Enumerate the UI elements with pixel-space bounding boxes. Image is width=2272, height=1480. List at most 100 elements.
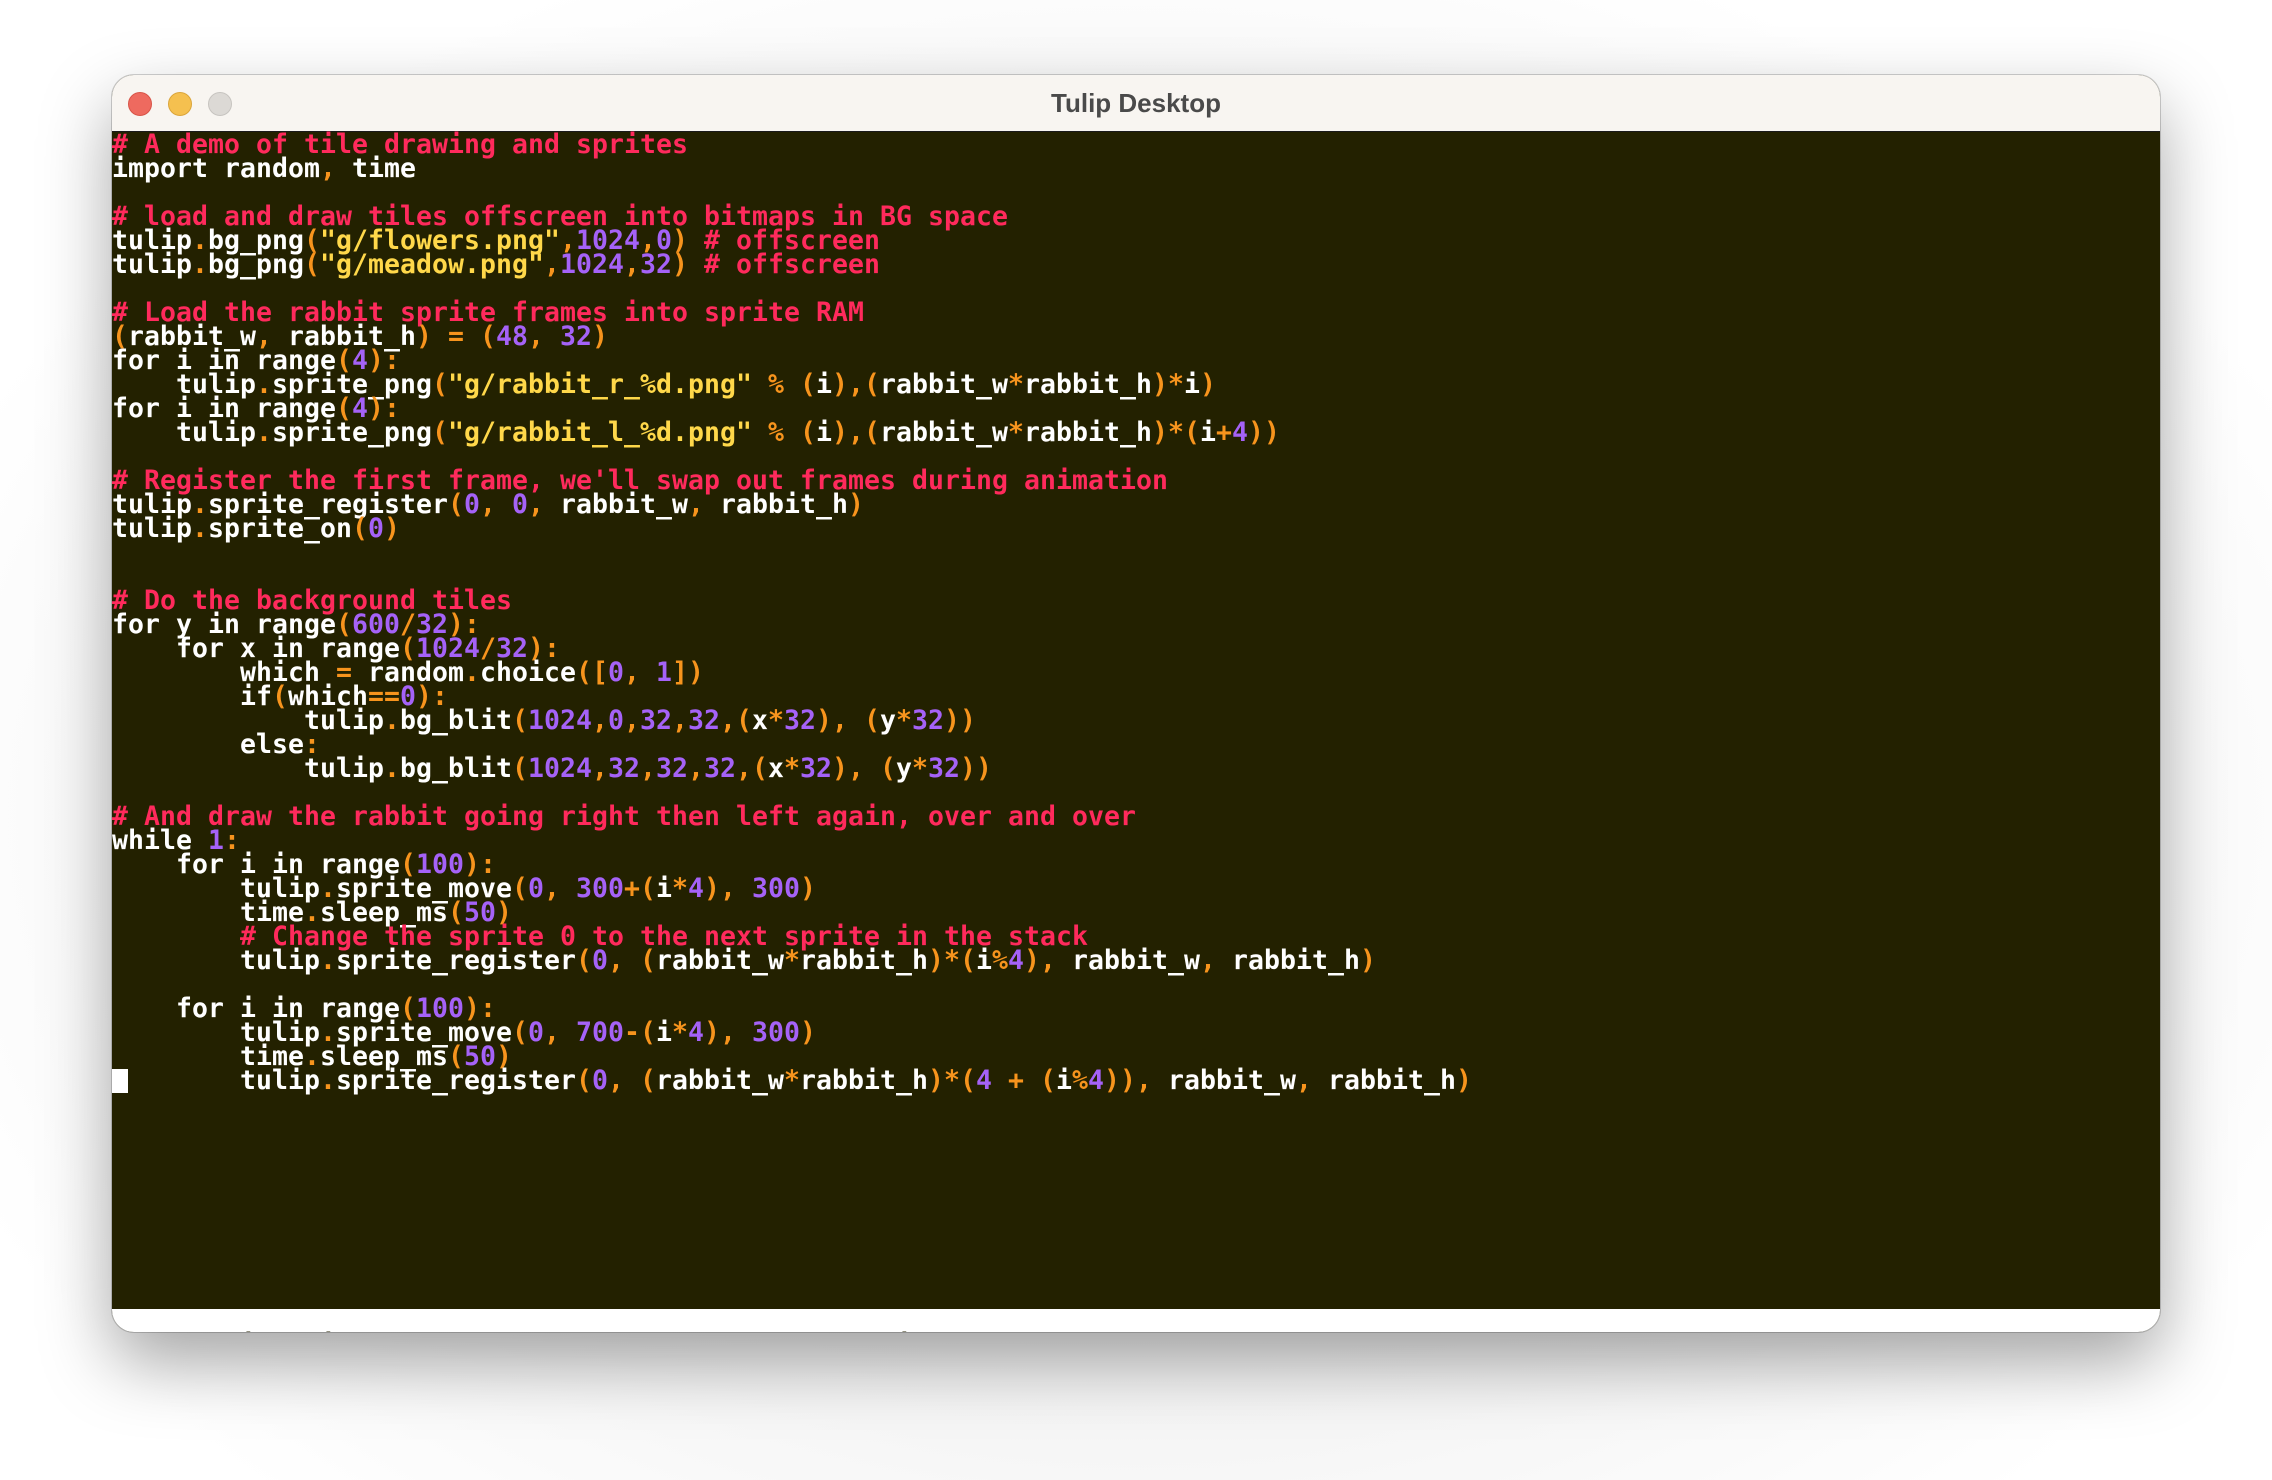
code-line[interactable]: import random, time: [112, 155, 416, 182]
code-line[interactable]: # And draw the rabbit going right then l…: [112, 803, 1136, 830]
code-token-text: tulip: [240, 1065, 320, 1096]
code-token-punct: *: [784, 945, 800, 976]
title-bar[interactable]: Tulip Desktop: [112, 75, 2160, 132]
code-token-punct: *: [672, 873, 688, 904]
code-token-text: rabbit_w: [1072, 945, 1200, 976]
code-token-punct: (: [304, 249, 320, 280]
code-token-punct: ,(: [736, 753, 768, 784]
code-token-text: bg_blit: [400, 753, 512, 784]
code-token-punct: (: [480, 321, 496, 352]
code-token-text: tulip: [240, 945, 320, 976]
code-token-text: x: [768, 753, 784, 784]
code-token-text: bg_blit: [400, 705, 512, 736]
code-token-punct: .: [192, 249, 208, 280]
code-token-text: rabbit_w: [880, 369, 1008, 400]
code-token-num: 4: [688, 873, 704, 904]
code-token-punct: ): [384, 513, 400, 544]
status-bar: ¦Tulip Editor¦ Row 0040 / 0042 [95.24%] …: [112, 1309, 2160, 1332]
code-token-punct: (: [432, 417, 448, 448]
code-token-punct: )),: [1104, 1065, 1152, 1096]
code-token-text: tulip: [112, 513, 192, 544]
code-token-num: 32: [784, 705, 816, 736]
code-token-num: 1: [656, 657, 672, 688]
code-line[interactable]: tulip.sprite_on(0): [112, 513, 400, 544]
code-token-punct: .: [192, 513, 208, 544]
code-token-punct: (: [640, 1065, 656, 1096]
code-token-punct: ,: [592, 753, 608, 784]
code-token-text: sprite_png: [272, 417, 432, 448]
code-token-punct: ),(: [832, 369, 880, 400]
code-token-punct: ),: [832, 753, 864, 784]
code-editor[interactable]: # A demo of tile drawing and sprites impo…: [112, 131, 2160, 1309]
code-token-punct: ,: [544, 249, 560, 280]
code-token-num: 1024: [560, 249, 624, 280]
code-token-punct: ,: [592, 705, 608, 736]
code-token-num: 4: [1008, 945, 1024, 976]
code-token-punct: ,: [608, 945, 624, 976]
code-token-num: 32: [800, 753, 832, 784]
code-line[interactable]: tulip.sprite_register(0, (rabbit_w*rabbi…: [112, 1065, 1472, 1096]
code-token-punct: .: [384, 753, 400, 784]
code-token-text: i: [816, 369, 832, 400]
code-token-text: i: [1200, 417, 1216, 448]
code-line[interactable]: tulip.bg_blit(1024,32,32,32,(x*32), (y*3…: [112, 753, 992, 784]
code-token-num: 32: [560, 321, 592, 352]
code-token-num: 0: [368, 513, 384, 544]
code-token-num: 32: [912, 705, 944, 736]
code-line[interactable]: tulip.bg_png("g/meadow.png",1024,32) # o…: [112, 249, 880, 280]
code-token-num: 4: [976, 1065, 992, 1096]
code-token-punct: +: [1008, 1065, 1024, 1096]
code-token-punct: ([: [576, 657, 608, 688]
code-token-punct: ): [672, 249, 688, 280]
code-line[interactable]: tulip.sprite_png("g/rabbit_l_%d.png" % (…: [112, 417, 1280, 448]
code-token-num: 0: [592, 1065, 608, 1096]
code-token-punct: .: [384, 705, 400, 736]
code-token-punct: (: [880, 753, 896, 784]
code-token-punct: ,: [1200, 945, 1216, 976]
code-token-punct: %: [768, 417, 784, 448]
code-token-text: rabbit_w: [560, 489, 688, 520]
code-token-text: rabbit_h: [1328, 1065, 1456, 1096]
code-token-text: i: [976, 945, 992, 976]
code-token-num: 0: [464, 489, 480, 520]
code-token-punct: ,: [528, 321, 544, 352]
code-token-punct: ,: [528, 489, 544, 520]
code-token-punct: (: [512, 705, 528, 736]
code-token-punct: +(: [624, 873, 656, 904]
code-token-punct: (: [576, 945, 592, 976]
code-token-text: rabbit_w: [656, 945, 784, 976]
code-token-punct: ): [1200, 369, 1216, 400]
code-token-punct: )*(: [928, 1065, 976, 1096]
code-token-punct: (: [640, 945, 656, 976]
status-text: ¦Tulip Editor¦ Row 0040 / 0042 [95.24%] …: [176, 1329, 1008, 1332]
code-token-punct: (: [864, 705, 880, 736]
code-token-num: 0: [608, 657, 624, 688]
code-token-text: rabbit_w: [1168, 1065, 1296, 1096]
app-window: Tulip Desktop # A demo of tile drawing a…: [112, 75, 2160, 1332]
code-token-text: choice: [480, 657, 576, 688]
code-token-punct: )): [960, 753, 992, 784]
code-token-punct: ),: [1024, 945, 1056, 976]
code-token-punct: -(: [624, 1017, 656, 1048]
code-token-punct: ,: [480, 489, 496, 520]
code-line[interactable]: tulip.sprite_register(0, (rabbit_w*rabbi…: [112, 945, 1376, 976]
code-token-text: x: [752, 705, 768, 736]
code-token-text: y: [896, 753, 912, 784]
code-token-punct: (: [512, 1017, 528, 1048]
code-token-punct: )*(: [928, 945, 976, 976]
code-token-punct: ,: [624, 657, 640, 688]
code-token-text: rabbit_w: [880, 417, 1008, 448]
code-token-punct: *: [912, 753, 928, 784]
code-token-num: 0: [512, 489, 528, 520]
window-title: Tulip Desktop: [1051, 88, 1221, 118]
